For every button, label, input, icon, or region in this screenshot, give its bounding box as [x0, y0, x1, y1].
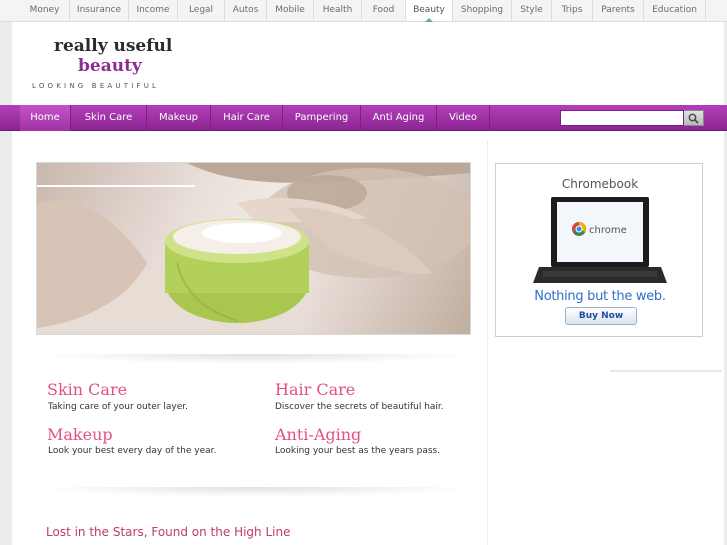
nav-item-video[interactable]: Video — [437, 105, 490, 131]
section-title-skin-care[interactable]: Skin Care — [47, 380, 127, 399]
hero-image[interactable] — [36, 162, 471, 335]
article-title-link[interactable]: Lost in the Stars, Found on the High Lin… — [46, 525, 290, 539]
topnav-item-mobile[interactable]: Mobile — [267, 0, 314, 21]
topnav-item-autos[interactable]: Autos — [225, 0, 267, 21]
cream-jar-image — [37, 163, 470, 334]
site-logo[interactable]: really useful beauty LOOKING BEAUTIFUL — [32, 36, 202, 98]
topnav-item-parents[interactable]: Parents — [593, 0, 644, 21]
topnav-item-insurance[interactable]: Insurance — [70, 0, 129, 21]
hero-accent-line — [37, 185, 195, 187]
ad-screen-label: chrome — [589, 225, 627, 236]
topnav-item-legal[interactable]: Legal — [178, 0, 225, 21]
section-title-anti-aging[interactable]: Anti-Aging — [275, 425, 361, 444]
section-desc-makeup: Look your best every day of the year. — [48, 446, 217, 456]
ad-tagline: Nothing but the web. — [534, 289, 666, 304]
sidebar-rule — [610, 370, 722, 372]
logo-text-top: really useful — [54, 36, 173, 56]
logo-text-bottom: beauty — [78, 56, 142, 76]
section-desc-skin-care: Taking care of your outer layer. — [48, 402, 188, 412]
topnav-item-shopping[interactable]: Shopping — [453, 0, 512, 21]
topnav-item-beauty[interactable]: Beauty — [406, 0, 453, 22]
laptop-image: chrome — [533, 197, 667, 283]
section-desc-anti-aging: Looking your best as the years pass. — [275, 446, 441, 456]
nav-item-hair-care[interactable]: Hair Care — [211, 105, 283, 131]
topnav-item-trips[interactable]: Trips — [552, 0, 593, 21]
ad-title: Chromebook — [561, 177, 639, 191]
top-category-nav: Money Insurance Income Legal Autos Mobil… — [0, 0, 727, 22]
column-divider — [487, 140, 488, 545]
section-divider-top — [36, 354, 476, 364]
search-input[interactable] — [560, 110, 684, 126]
topnav-item-income[interactable]: Income — [129, 0, 178, 21]
logo-tagline: LOOKING BEAUTIFUL — [32, 82, 160, 90]
topnav-item-education[interactable]: Education — [644, 0, 706, 21]
topnav-item-style[interactable]: Style — [512, 0, 552, 21]
nav-item-makeup[interactable]: Makeup — [147, 105, 211, 131]
topnav-item-money[interactable]: Money — [20, 0, 70, 21]
chromebook-ad[interactable]: Chromebook chrome Nothing but the web. B… — [495, 163, 703, 337]
nav-item-pampering[interactable]: Pampering — [283, 105, 361, 131]
topnav-item-health[interactable]: Health — [314, 0, 362, 21]
section-title-makeup[interactable]: Makeup — [47, 425, 113, 444]
nav-item-skin-care[interactable]: Skin Care — [71, 105, 147, 131]
nav-item-anti-aging[interactable]: Anti Aging — [361, 105, 437, 131]
section-title-hair-care[interactable]: Hair Care — [275, 380, 355, 399]
section-divider-bottom — [36, 487, 476, 497]
search-icon — [688, 113, 699, 124]
buy-now-button[interactable]: Buy Now — [565, 307, 637, 325]
topnav-item-food[interactable]: Food — [362, 0, 406, 21]
search-button[interactable] — [684, 110, 704, 126]
nav-item-home[interactable]: Home — [20, 105, 71, 131]
section-desc-hair-care: Discover the secrets of beautiful hair. — [275, 402, 444, 412]
